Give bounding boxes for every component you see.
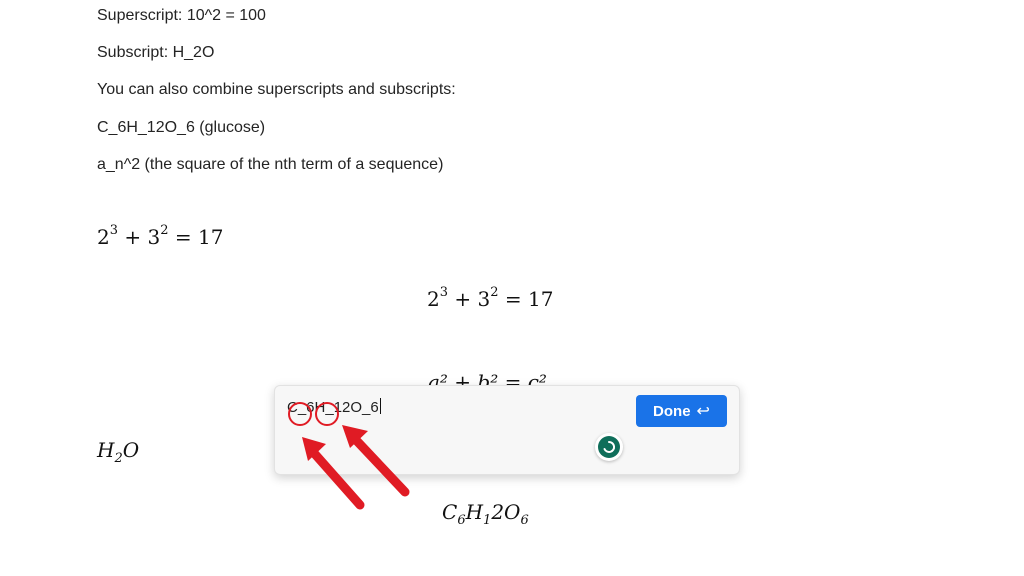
equation-partial: a² + b² = c² [428, 370, 547, 386]
enter-icon: ↩ [696, 403, 710, 420]
text-line-glucose: C_6H_12O_6 (glucose) [97, 119, 266, 136]
formula-water[interactable]: H2O [97, 438, 139, 465]
equation-editor-popup: C_6H_12O_6 Done ↩ [274, 385, 740, 475]
text-caret [379, 398, 381, 414]
loading-icon [595, 433, 623, 461]
text-line-combine: You can also combine superscripts and su… [97, 81, 456, 98]
equation-input[interactable]: C_6H_12O_6 [287, 398, 627, 420]
equation-inline[interactable]: 23 + 32 = 17 [97, 224, 223, 249]
done-label: Done [653, 402, 691, 420]
text-line-sequence: a_n^2 (the square of the nth term of a s… [97, 156, 444, 173]
text-line-superscript: Superscript: 10^2 = 100 [97, 7, 266, 24]
text-line-subscript: Subscript: H_2O [97, 44, 215, 61]
formula-glucose[interactable]: C6H12O6 [442, 500, 529, 527]
done-button[interactable]: Done ↩ [636, 395, 727, 427]
equation-display[interactable]: 23 + 32 = 17 [427, 286, 553, 311]
